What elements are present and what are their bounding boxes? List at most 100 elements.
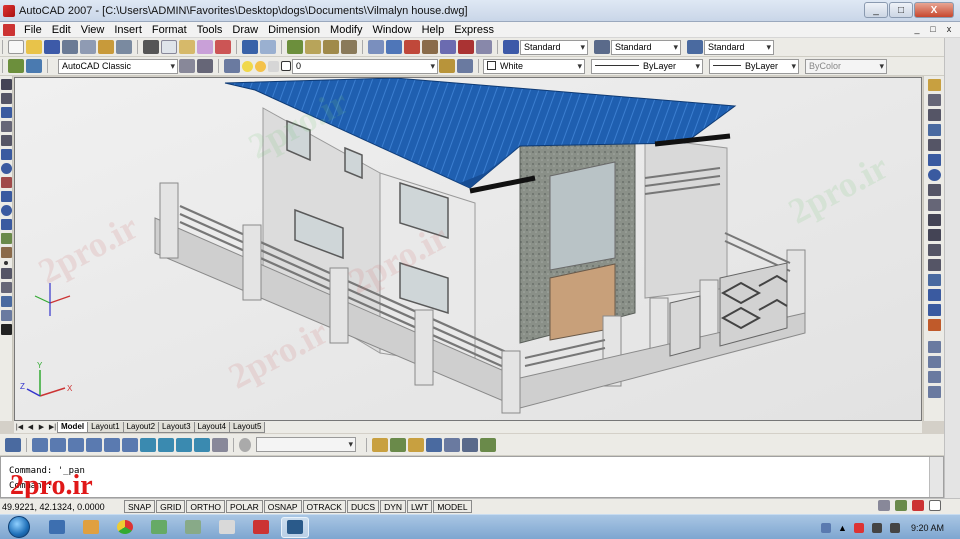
rectangle-icon[interactable] xyxy=(1,135,12,146)
bottom-view-icon[interactable] xyxy=(50,437,66,452)
offset-icon[interactable] xyxy=(928,124,941,136)
plot-icon[interactable] xyxy=(62,40,78,54)
text-style-icon[interactable] xyxy=(503,40,519,54)
se-iso-view-icon[interactable] xyxy=(158,437,174,452)
design-center-icon[interactable] xyxy=(386,40,402,54)
ellipse-arc-icon[interactable] xyxy=(1,219,12,230)
minimize-button[interactable]: _ xyxy=(864,2,888,18)
first-tab-button[interactable]: |◀ xyxy=(14,423,25,431)
clean-screen-icon[interactable] xyxy=(929,500,941,511)
network-icon[interactable] xyxy=(871,522,882,533)
start-button[interactable] xyxy=(8,516,30,538)
region-icon[interactable] xyxy=(1,296,12,307)
pan-icon[interactable] xyxy=(287,40,303,54)
grid-toggle[interactable]: GRID xyxy=(156,500,186,513)
block-editor-icon[interactable] xyxy=(215,40,231,54)
table-style-icon[interactable] xyxy=(687,40,703,54)
construction-line-icon[interactable] xyxy=(1,93,12,104)
sun-properties-icon[interactable] xyxy=(408,437,424,452)
circle-icon[interactable] xyxy=(1,163,12,174)
ellipse-icon[interactable] xyxy=(1,205,12,216)
materials-icon[interactable] xyxy=(426,437,442,452)
menu-file[interactable]: File xyxy=(19,23,47,37)
array-icon[interactable] xyxy=(928,139,941,151)
send-to-back-icon[interactable] xyxy=(928,371,941,383)
menu-express[interactable]: Express xyxy=(449,23,499,37)
dyn-toggle[interactable]: DYN xyxy=(380,500,407,513)
copy-object-icon[interactable] xyxy=(928,94,941,106)
menu-insert[interactable]: Insert xyxy=(109,23,147,37)
menu-format[interactable]: Format xyxy=(147,23,192,37)
taskbar-calc-button[interactable] xyxy=(179,517,207,538)
break-icon[interactable] xyxy=(928,259,941,271)
ne-iso-view-icon[interactable] xyxy=(176,437,192,452)
doc-restore-button[interactable]: □ xyxy=(926,23,940,36)
snap-toggle[interactable]: SNAP xyxy=(124,500,156,513)
tab-model[interactable]: Model xyxy=(57,421,89,433)
properties-icon[interactable] xyxy=(368,40,384,54)
nw-iso-view-icon[interactable] xyxy=(194,437,210,452)
front-view-icon[interactable] xyxy=(104,437,120,452)
volume-icon[interactable] xyxy=(889,522,900,533)
doc-minimize-button[interactable]: _ xyxy=(910,23,924,36)
table-icon[interactable] xyxy=(1,310,12,321)
lwt-toggle[interactable]: LWT xyxy=(407,500,433,513)
insert-block-icon[interactable] xyxy=(1,233,12,244)
osnap-toggle[interactable]: OSNAP xyxy=(263,500,302,513)
polygon-icon[interactable] xyxy=(1,121,12,132)
stretch-icon[interactable] xyxy=(928,199,941,211)
bring-to-front-icon[interactable] xyxy=(928,356,941,368)
publish-icon[interactable] xyxy=(98,40,114,54)
tool-palettes-icon[interactable] xyxy=(404,40,420,54)
make-block-icon[interactable] xyxy=(1,247,12,258)
zoom-window-icon[interactable] xyxy=(323,40,339,54)
polyline-icon[interactable] xyxy=(1,107,12,118)
3d-orbit-icon[interactable] xyxy=(5,437,21,452)
taskbar-chrome-button[interactable] xyxy=(111,517,139,538)
save-icon[interactable] xyxy=(44,40,60,54)
cursor-coordinates[interactable]: 49.9221, 42.1324, 0.0000 xyxy=(0,502,124,512)
scale-icon[interactable] xyxy=(928,184,941,196)
explode-icon[interactable] xyxy=(928,319,941,331)
render-environment-icon[interactable] xyxy=(462,437,478,452)
join-icon[interactable] xyxy=(928,274,941,286)
mapping-icon[interactable] xyxy=(444,437,460,452)
multiline-text-icon[interactable] xyxy=(1,324,12,335)
menu-window[interactable]: Window xyxy=(367,23,416,37)
trim-icon[interactable] xyxy=(928,214,941,226)
command-window[interactable]: Command: '_pan Command: xyxy=(0,456,944,498)
command-scrollbar[interactable] xyxy=(929,457,943,497)
drawing-status-icon[interactable] xyxy=(912,500,924,511)
menu-view[interactable]: View xyxy=(76,23,110,37)
line-icon[interactable] xyxy=(1,79,12,90)
layer-color-icon[interactable] xyxy=(281,61,291,71)
workspace-select[interactable]: AutoCAD Classic xyxy=(58,58,178,74)
tab-layout4[interactable]: Layout4 xyxy=(193,421,230,433)
taskbar-explorer-button[interactable] xyxy=(43,517,71,538)
move-icon[interactable] xyxy=(928,154,941,166)
doc-close-button[interactable]: x xyxy=(942,23,956,36)
tab-layout3[interactable]: Layout3 xyxy=(158,421,195,433)
ducs-toggle[interactable]: DUCS xyxy=(346,500,380,513)
draw-order-icon[interactable] xyxy=(928,341,941,353)
ortho-toggle[interactable]: ORTHO xyxy=(186,500,225,513)
menu-help[interactable]: Help xyxy=(417,23,450,37)
taskbar-paint-button[interactable] xyxy=(77,517,105,538)
clock[interactable]: 9:20 AM xyxy=(911,523,944,533)
camera-icon[interactable] xyxy=(212,437,228,452)
taskbar-autocad-button[interactable] xyxy=(247,517,275,538)
table-style-select[interactable]: Standard xyxy=(704,39,774,55)
chamfer-icon[interactable] xyxy=(928,289,941,301)
workspace-settings-icon[interactable] xyxy=(8,59,24,73)
break-at-point-icon[interactable] xyxy=(928,244,941,256)
menu-edit[interactable]: Edit xyxy=(47,23,76,37)
tab-layout2[interactable]: Layout2 xyxy=(122,421,160,433)
render-icon[interactable] xyxy=(390,437,406,452)
redo-icon[interactable] xyxy=(260,40,276,54)
menu-draw[interactable]: Draw xyxy=(227,23,263,37)
dim-style-icon[interactable] xyxy=(594,40,610,54)
dim-style-select[interactable]: Standard xyxy=(611,39,681,55)
top-view-icon[interactable] xyxy=(32,437,48,452)
quickcalc-icon[interactable] xyxy=(458,40,474,54)
paste-icon[interactable] xyxy=(179,40,195,54)
